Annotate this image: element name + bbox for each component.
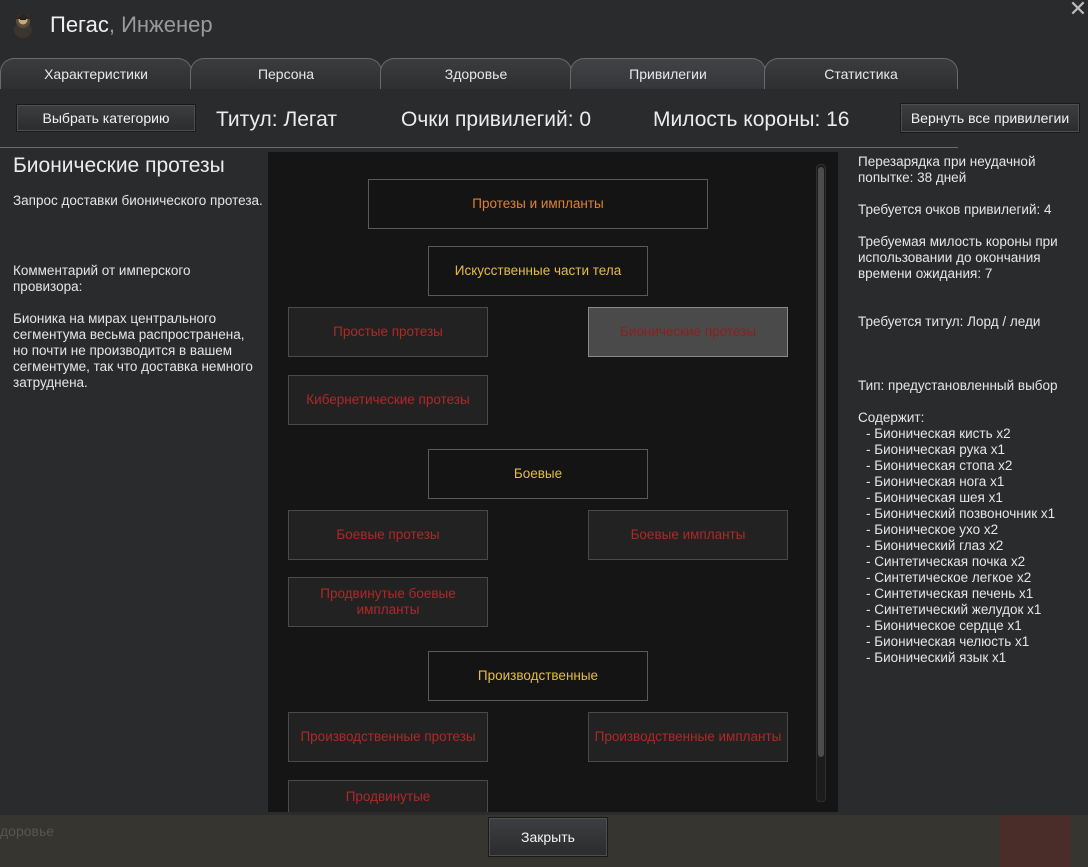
privilege-tree-panel: Протезы и импланты Искусственные части т… <box>268 152 838 812</box>
close-button[interactable]: Закрыть <box>488 817 608 857</box>
node-cybernetic-prosthetics[interactable]: Кибернетические протезы <box>288 375 488 425</box>
title-separator: , <box>108 12 122 37</box>
contents-item: - Бионический позвоночник x1 <box>866 506 1056 521</box>
provisor-comment: Бионика на мирах центрального сегментума… <box>13 311 253 390</box>
tab-health[interactable]: Здоровье <box>380 58 572 89</box>
tab-divider <box>0 147 958 148</box>
return-all-privileges-button[interactable]: Вернуть все привилегии <box>900 103 1080 133</box>
node-combat-prosthetics[interactable]: Боевые протезы <box>288 510 488 560</box>
contents-item: - Бионическая рука x1 <box>866 442 1006 457</box>
node-advanced-partial[interactable]: Продвинутые <box>288 780 488 812</box>
tab-privileges[interactable]: Привилегии <box>570 58 766 89</box>
contents-item: - Бионическое сердце x1 <box>866 618 1022 633</box>
title-bar: Пегас, Инженер ✕ <box>0 0 1088 52</box>
node-combat[interactable]: Боевые <box>428 449 648 499</box>
contents-item: - Бионическое ухо x2 <box>866 522 999 537</box>
tab-statistics[interactable]: Статистика <box>764 58 958 89</box>
node-simple-prosthetics[interactable]: Простые протезы <box>288 307 488 357</box>
contents-item: - Бионическая шея x1 <box>866 490 1003 505</box>
contents-list: - Бионическая кисть x2 - Бионическая рук… <box>858 426 1083 666</box>
tab-characteristics[interactable]: Характеристики <box>0 58 192 89</box>
comment-label: Комментарий от имперского провизора: <box>13 263 191 294</box>
favor-required-info: Требуемая милость короны при использован… <box>858 234 1058 281</box>
contents-item: - Бионическая челюсть x1 <box>866 634 1030 649</box>
contents-item: - Бионическая нога x1 <box>866 474 1005 489</box>
contents-item: - Бионическая стопа x2 <box>866 458 1013 473</box>
pawn-avatar-icon <box>12 10 34 40</box>
title-required-info: Требуется титул: Лорд / леди <box>858 314 1041 329</box>
node-artificial-parts[interactable]: Искусственные части тела <box>428 246 648 296</box>
background-label: доровье <box>0 823 55 839</box>
contents-item: - Бионическая кисть x2 <box>866 426 1011 441</box>
privilege-points-stat: Очки привилегий: 0 <box>401 108 592 131</box>
crown-favor-stat: Милость короны: 16 <box>653 108 850 131</box>
contents-item: - Бионический глаз x2 <box>866 538 1004 553</box>
node-advanced-combat-implants[interactable]: Продвинутые боевые импланты <box>288 577 488 627</box>
type-info: Тип: предустановленный выбор <box>858 378 1058 393</box>
node-industrial[interactable]: Производственные <box>428 651 648 701</box>
contents-item: - Синтетический желудок x1 <box>866 602 1042 617</box>
select-category-button[interactable]: Выбрать категорию <box>16 104 196 132</box>
node-bionic-prosthetics[interactable]: Бионические протезы <box>588 307 788 357</box>
contains-label: Содержит: <box>858 410 925 425</box>
cooldown-info: Перезарядка при неудачной попытке: 38 дн… <box>858 154 1036 185</box>
tree-scrollbar-thumb[interactable] <box>818 167 824 757</box>
contents-item: - Бионический язык x1 <box>866 650 1007 665</box>
window-title: Пегас, Инженер <box>50 12 213 38</box>
node-combat-implants[interactable]: Боевые импланты <box>588 510 788 560</box>
contents-item: - Синтетическое легкое x2 <box>866 570 1032 585</box>
tree-scrollbar[interactable] <box>816 164 826 802</box>
node-prosthetics-implants[interactable]: Протезы и импланты <box>368 179 708 229</box>
privilege-heading: Бионические протезы <box>13 154 225 177</box>
title-stat: Титул: Легат <box>216 108 337 131</box>
background-decoration <box>1000 815 1070 867</box>
pawn-name: Пегас <box>50 12 109 37</box>
tab-persona[interactable]: Персона <box>190 58 382 89</box>
close-icon[interactable]: ✕ <box>1068 0 1088 22</box>
privilege-description: Запрос доставки бионического протеза. <box>13 193 263 208</box>
points-required-info: Требуется очков привилегий: 4 <box>858 202 1052 217</box>
privileges-window: доровье Пегас, Инженер ✕ Характеристики … <box>0 0 1088 867</box>
contents-item: - Синтетическая почка x2 <box>866 554 1026 569</box>
tab-bar: Характеристики Персона Здоровье Привилег… <box>0 58 960 148</box>
node-industrial-implants[interactable]: Производственные импланты <box>588 712 788 762</box>
pawn-role: Инженер <box>121 12 213 37</box>
contents-item: - Синтетическая печень x1 <box>866 586 1034 601</box>
node-industrial-prosthetics[interactable]: Производственные протезы <box>288 712 488 762</box>
